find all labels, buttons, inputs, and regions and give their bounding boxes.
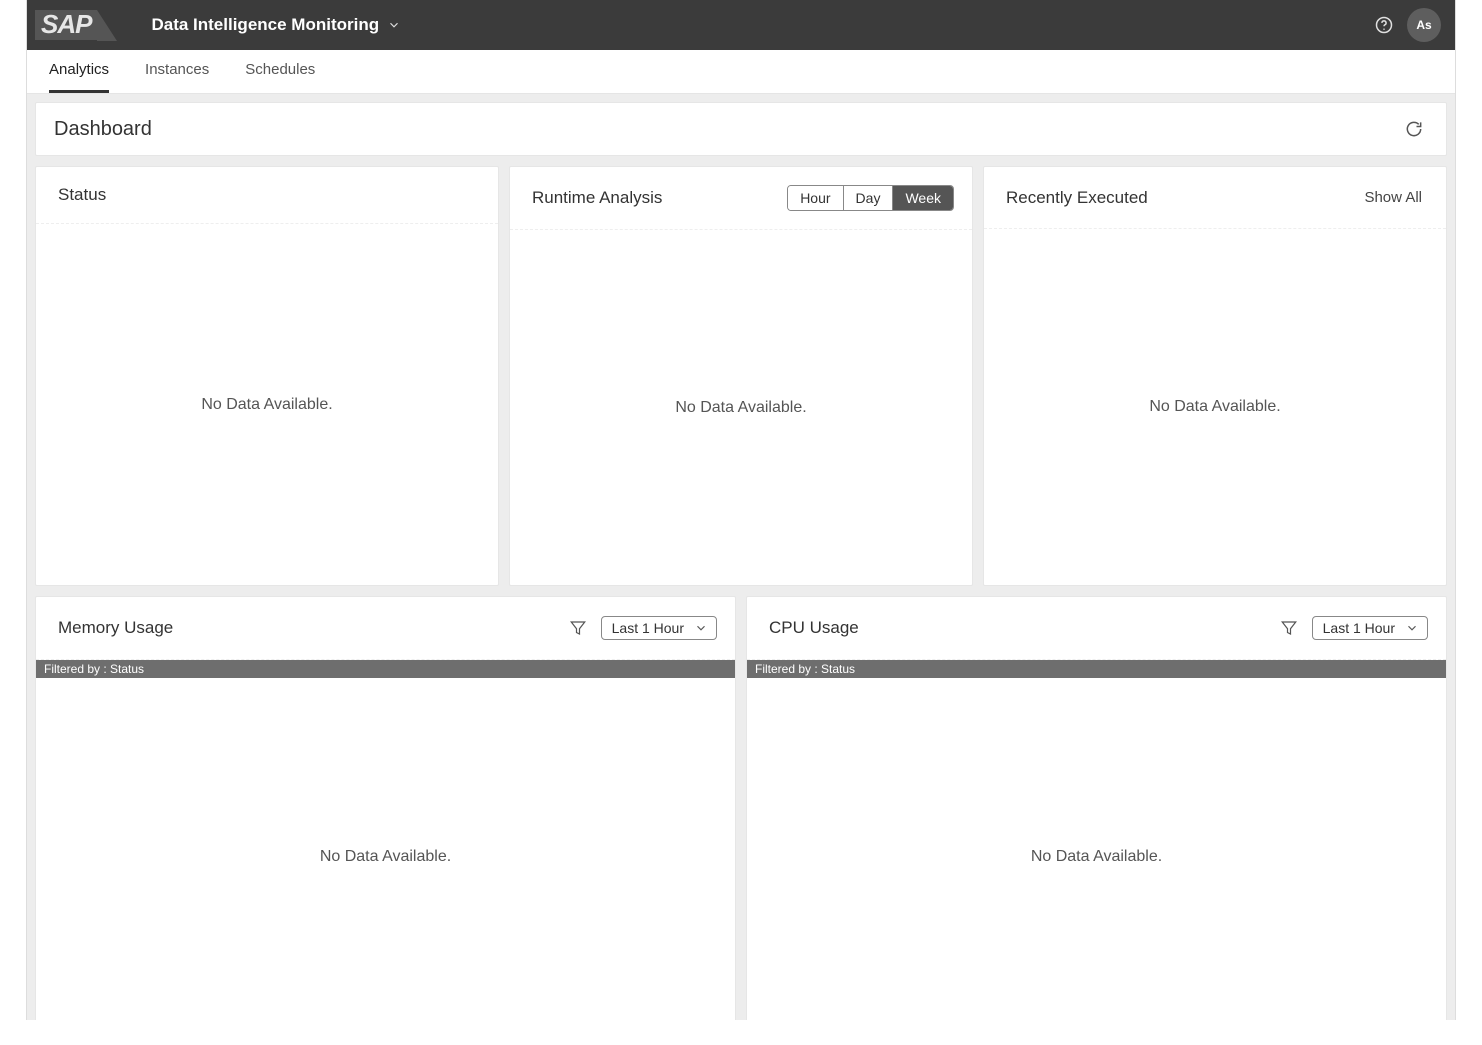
memory-filter-button[interactable]	[565, 615, 591, 641]
empty-text: No Data Available.	[1149, 398, 1280, 416]
tab-schedules[interactable]: Schedules	[245, 51, 315, 93]
empty-text: No Data Available.	[675, 399, 806, 417]
empty-text: No Data Available.	[320, 848, 451, 866]
tile-runtime-title: Runtime Analysis	[532, 188, 787, 208]
refresh-button[interactable]	[1400, 115, 1428, 143]
memory-filter-bar: Filtered by : Status	[36, 660, 735, 678]
main-tabs: Analytics Instances Schedules	[27, 50, 1455, 94]
user-avatar-button[interactable]: As	[1407, 8, 1441, 42]
sap-logo: SAP	[35, 10, 97, 41]
chevron-down-icon	[694, 621, 708, 635]
chevron-down-icon	[387, 18, 401, 32]
cpu-filter-bar: Filtered by : Status	[747, 660, 1446, 678]
segment-hour[interactable]: Hour	[788, 186, 842, 210]
tile-status-body: No Data Available.	[36, 224, 498, 585]
tile-recent-body: No Data Available.	[984, 229, 1446, 585]
tile-memory-body: No Data Available.	[36, 678, 735, 1020]
empty-text: No Data Available.	[201, 396, 332, 414]
page-toolbar: Dashboard	[35, 102, 1447, 156]
tile-memory: Memory Usage Last 1 Hour Filtered by : S…	[35, 596, 736, 1020]
tile-cpu: CPU Usage Last 1 Hour Filtered by : Stat…	[746, 596, 1447, 1020]
refresh-icon	[1404, 119, 1424, 139]
memory-range-select[interactable]: Last 1 Hour	[601, 616, 717, 640]
help-icon	[1374, 15, 1394, 35]
tile-memory-title: Memory Usage	[58, 618, 565, 638]
tab-analytics[interactable]: Analytics	[49, 51, 109, 93]
tab-instances[interactable]: Instances	[145, 51, 209, 93]
tile-row-top: Status No Data Available. Runtime Analys…	[35, 166, 1447, 586]
avatar-initials: As	[1416, 18, 1431, 32]
tile-row-bottom: Memory Usage Last 1 Hour Filtered by : S…	[35, 596, 1447, 1020]
tile-cpu-body: No Data Available.	[747, 678, 1446, 1020]
tile-recent: Recently Executed Show All No Data Avail…	[983, 166, 1447, 586]
app-frame: SAP Data Intelligence Monitoring As Anal…	[26, 0, 1456, 1020]
cpu-range-label: Last 1 Hour	[1323, 620, 1395, 636]
chevron-down-icon	[1405, 621, 1419, 635]
tile-cpu-title: CPU Usage	[769, 618, 1276, 638]
segment-week[interactable]: Week	[892, 186, 953, 210]
filter-icon	[569, 619, 587, 637]
page-title: Dashboard	[54, 118, 1400, 141]
product-title-menu[interactable]: Data Intelligence Monitoring	[151, 15, 401, 35]
tile-status-title: Status	[58, 185, 480, 205]
segment-day[interactable]: Day	[843, 186, 893, 210]
cpu-filter-button[interactable]	[1276, 615, 1302, 641]
tile-status: Status No Data Available.	[35, 166, 499, 586]
tile-recent-title: Recently Executed	[1006, 188, 1358, 208]
empty-text: No Data Available.	[1031, 848, 1162, 866]
memory-range-label: Last 1 Hour	[612, 620, 684, 636]
runtime-range-segmented: Hour Day Week	[787, 185, 954, 211]
tile-runtime-body: No Data Available.	[510, 230, 972, 585]
cpu-range-select[interactable]: Last 1 Hour	[1312, 616, 1428, 640]
filter-icon	[1280, 619, 1298, 637]
content-area[interactable]: Dashboard Status No Data Available. Runt…	[27, 94, 1455, 1020]
tile-runtime: Runtime Analysis Hour Day Week No Data A…	[509, 166, 973, 586]
product-title-text: Data Intelligence Monitoring	[151, 15, 379, 35]
shell-header: SAP Data Intelligence Monitoring As	[27, 0, 1455, 50]
show-all-button[interactable]: Show All	[1358, 185, 1428, 210]
help-button[interactable]	[1367, 8, 1401, 42]
